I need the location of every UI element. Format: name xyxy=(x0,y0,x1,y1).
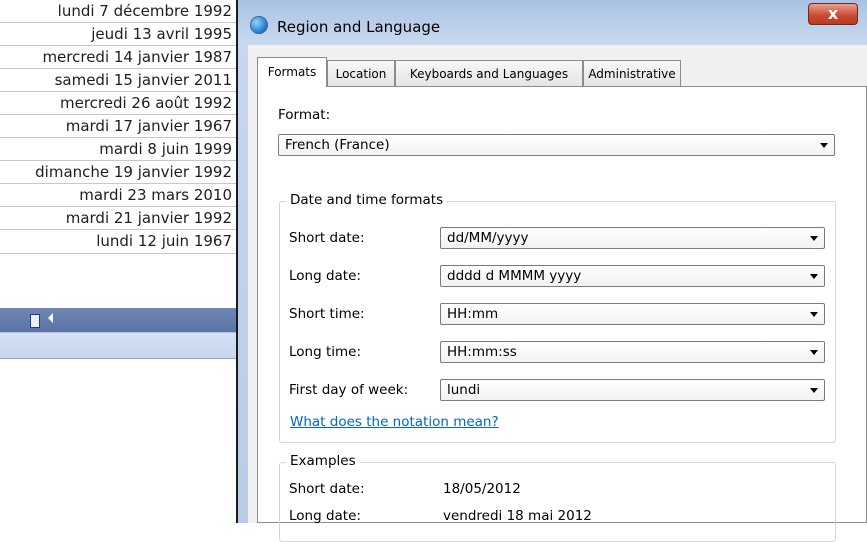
first-day-of-week-dropdown[interactable]: lundi xyxy=(440,379,825,401)
list-item[interactable]: lundi 12 juin 1967 xyxy=(0,230,236,254)
tab-label: Keyboards and Languages xyxy=(409,67,569,81)
short-date-dropdown[interactable]: dd/MM/yyyy xyxy=(440,227,825,249)
window-title: Region and Language xyxy=(277,18,441,36)
example-long-date-label: Long date: xyxy=(289,508,361,524)
list-item[interactable]: jeudi 13 avril 1995 xyxy=(0,23,236,46)
tab-label: Location xyxy=(335,67,387,81)
format-label: Format: xyxy=(278,107,331,123)
example-short-date-label: Short date: xyxy=(289,481,365,497)
chevron-down-icon xyxy=(810,388,818,393)
chevron-down-icon xyxy=(810,312,818,317)
format-value: French (France) xyxy=(285,137,390,153)
notation-help-link[interactable]: What does the notation mean? xyxy=(290,414,499,430)
long-date-dropdown[interactable]: dddd d MMMM yyyy xyxy=(440,265,825,287)
list-item[interactable]: mardi 21 janvier 1992 xyxy=(0,207,236,230)
tab-formats[interactable]: Formats xyxy=(257,57,327,87)
sheet-date-list: lundi 7 décembre 1992 jeudi 13 avril 199… xyxy=(0,0,236,523)
tab-location[interactable]: Location xyxy=(327,60,395,86)
date-time-formats-title: Date and time formats xyxy=(286,192,448,208)
short-date-label: Short date: xyxy=(289,230,365,246)
short-time-dropdown[interactable]: HH:mm xyxy=(440,303,825,325)
list-item[interactable]: mercredi 26 août 1992 xyxy=(0,92,236,115)
tab-administrative[interactable]: Administrative xyxy=(583,60,681,86)
sheet-status-bar xyxy=(0,332,236,359)
scrollbar-thumb[interactable] xyxy=(30,314,40,328)
short-date-value: dd/MM/yyyy xyxy=(447,230,529,246)
short-time-value: HH:mm xyxy=(447,306,499,322)
horizontal-scrollbar[interactable] xyxy=(0,308,236,332)
globe-icon xyxy=(250,16,268,34)
chevron-down-icon xyxy=(810,236,818,241)
sheet-partial-row xyxy=(0,358,236,369)
list-item[interactable]: mardi 23 mars 2010 xyxy=(0,184,236,207)
list-item[interactable]: lundi 7 décembre 1992 xyxy=(0,0,236,23)
close-icon: x xyxy=(827,4,839,23)
short-time-label: Short time: xyxy=(289,306,365,322)
list-item[interactable]: mardi 17 janvier 1967 xyxy=(0,115,236,138)
examples-group xyxy=(279,462,836,542)
scroll-left-arrow-icon[interactable] xyxy=(48,313,53,323)
list-item[interactable]: mercredi 14 janvier 1987 xyxy=(0,46,236,69)
chevron-down-icon xyxy=(810,274,818,279)
tab-label: Administrative xyxy=(588,67,676,81)
first-day-of-week-value: lundi xyxy=(447,382,481,398)
long-time-dropdown[interactable]: HH:mm:ss xyxy=(440,341,825,363)
long-time-value: HH:mm:ss xyxy=(447,344,517,360)
list-item[interactable]: samedi 15 janvier 2011 xyxy=(0,69,236,92)
chevron-down-icon xyxy=(820,143,828,148)
tab-label: Formats xyxy=(267,65,317,79)
list-item[interactable]: mardi 8 juin 1999 xyxy=(0,138,236,161)
long-time-label: Long time: xyxy=(289,344,362,360)
tab-keyboards-and-languages[interactable]: Keyboards and Languages xyxy=(395,60,583,86)
examples-title: Examples xyxy=(286,453,360,469)
long-date-value: dddd d MMMM yyyy xyxy=(447,268,582,284)
first-day-of-week-label: First day of week: xyxy=(289,382,409,398)
example-short-date-value: 18/05/2012 xyxy=(443,481,521,497)
window-border xyxy=(236,0,238,523)
chevron-down-icon xyxy=(810,350,818,355)
long-date-label: Long date: xyxy=(289,268,361,284)
close-button[interactable]: x xyxy=(808,3,858,25)
example-long-date-value: vendredi 18 mai 2012 xyxy=(443,508,592,524)
list-item[interactable]: dimanche 19 janvier 1992 xyxy=(0,161,236,184)
format-dropdown[interactable]: French (France) xyxy=(278,134,835,156)
